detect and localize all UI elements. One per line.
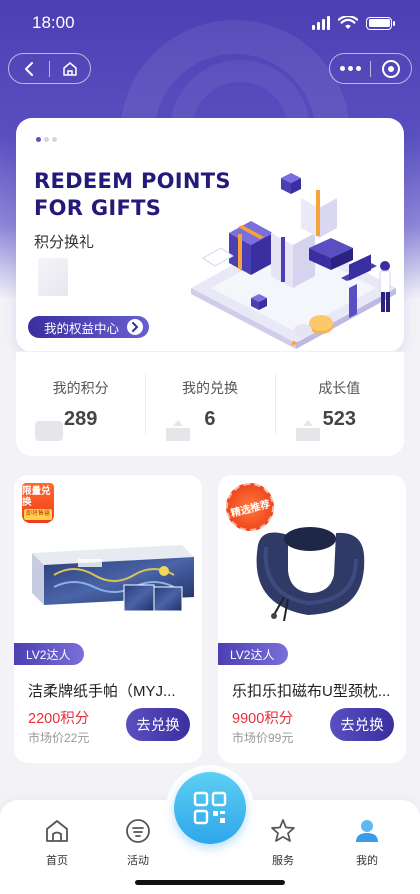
status-bar: 18:00 <box>0 0 420 46</box>
chevron-left-icon <box>25 61 33 76</box>
stat-value: 6 <box>204 407 216 430</box>
box-upload-icon <box>295 420 320 441</box>
signal-icon <box>312 16 330 30</box>
close-miniprogram-button[interactable] <box>371 54 411 83</box>
more-button[interactable] <box>330 54 370 83</box>
tab-mine[interactable]: 我的 <box>337 818 397 868</box>
benefits-center-button[interactable]: 我的权益中心 <box>28 316 150 338</box>
product-name: 洁柔牌纸手帕（MYJ... <box>28 683 176 700</box>
stat-label: 我的兑换 <box>181 379 238 396</box>
wallet-icon <box>35 421 63 441</box>
product-card[interactable]: 限量兑换 即将售罄 LV2达人 洁柔牌纸手帕（MYJ... 2200积分 市场价… <box>14 475 202 763</box>
decor-cube <box>38 258 68 296</box>
stat-value: 289 <box>63 407 98 430</box>
stat-my-points[interactable]: 我的积分 289 <box>16 368 145 441</box>
battery-icon <box>366 16 395 30</box>
chevron-right-icon <box>127 319 144 335</box>
scan-qr-button[interactable] <box>174 772 246 844</box>
status-icons <box>312 16 395 30</box>
nav-capsule-right <box>329 53 412 84</box>
tab-activity[interactable]: 活动 <box>108 818 168 868</box>
level-badge: LV2达人 <box>14 643 85 665</box>
tab-service[interactable]: 服务 <box>253 818 313 868</box>
user-icon <box>356 820 378 842</box>
gift-illustration <box>191 173 396 349</box>
stat-label: 成长值 <box>318 379 361 396</box>
product-points: 2200积分 <box>28 711 90 727</box>
limited-tag-sub: 即将售罄 <box>23 509 52 520</box>
redeem-button[interactable]: 去兑换 <box>126 708 190 741</box>
home-button[interactable] <box>50 54 90 83</box>
more-dots-icon <box>339 66 361 71</box>
product-name: 乐扣乐扣磁布U型颈枕... <box>232 683 391 700</box>
product-market-price: 市场价99元 <box>232 731 294 745</box>
level-badge: LV2达人 <box>218 643 289 665</box>
tab-label: 我的 <box>356 855 378 867</box>
wifi-icon <box>338 16 358 29</box>
qr-code-icon <box>193 791 227 825</box>
product-card[interactable]: 精选推荐 LV2达人 乐扣乐扣磁布U型颈枕... 9900积分 市场价99元 去… <box>218 475 406 763</box>
back-button[interactable] <box>9 54 49 83</box>
stat-value: 523 <box>322 407 356 430</box>
home-indicator <box>135 880 285 885</box>
tab-home[interactable]: 首页 <box>27 818 87 868</box>
activity-icon <box>126 819 150 843</box>
stats-panel: 我的积分 289 我的兑换 6 成长值 523 <box>16 351 404 456</box>
home-icon <box>46 820 68 842</box>
limited-tag: 限量兑换 即将售罄 <box>22 483 54 523</box>
product-points: 9900积分 <box>232 711 294 727</box>
tab-label: 首页 <box>46 855 68 867</box>
stat-my-redemptions[interactable]: 我的兑换 6 <box>145 368 274 441</box>
stat-growth-value[interactable]: 成长值 523 <box>274 368 404 441</box>
banner-card[interactable]: REDEEM POINTS FOR GIFTS 积分换礼 我的权益中心 <box>16 118 404 352</box>
redeem-button[interactable]: 去兑换 <box>330 708 394 741</box>
status-time: 18:00 <box>32 13 75 32</box>
product-market-price: 市场价22元 <box>28 731 90 745</box>
tab-label: 服务 <box>272 855 294 867</box>
target-icon <box>382 59 400 78</box>
home-outline-icon <box>63 61 77 76</box>
nav-capsule-left <box>8 53 91 84</box>
limited-tag-label: 限量兑换 <box>22 486 51 508</box>
star-icon <box>271 819 295 842</box>
stat-label: 我的积分 <box>52 379 109 396</box>
carousel-indicator <box>36 137 57 142</box>
box-upload-icon <box>166 420 191 441</box>
banner-subtitle: 积分换礼 <box>34 234 95 251</box>
tab-label: 活动 <box>127 855 149 867</box>
benefits-center-label: 我的权益中心 <box>44 321 120 336</box>
